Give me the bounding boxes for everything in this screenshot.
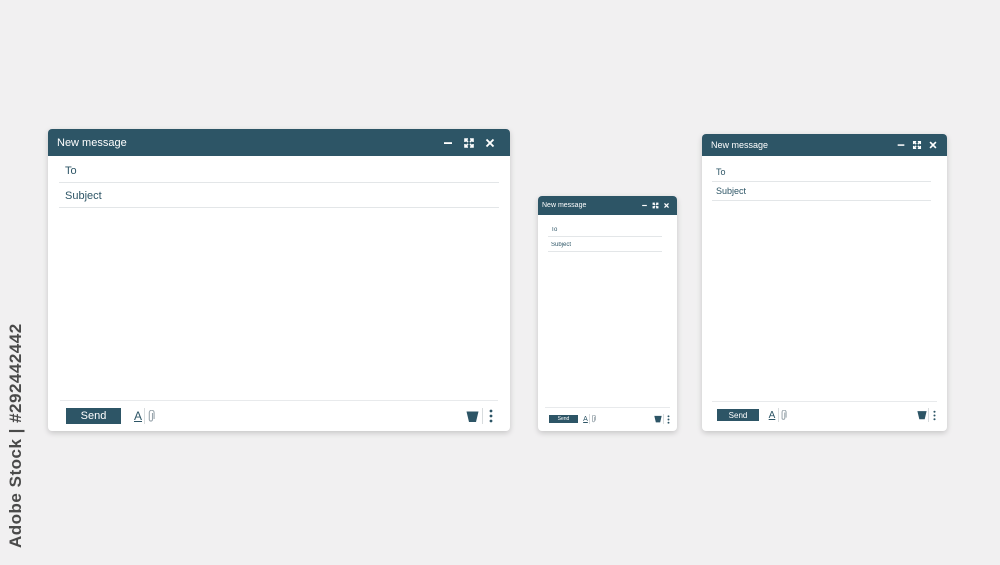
stock-id-watermark: Adobe Stock | #292442442 bbox=[6, 323, 25, 548]
message-body[interactable] bbox=[714, 204, 935, 403]
paperclip-icon[interactable] bbox=[779, 408, 787, 422]
expand-icon[interactable] bbox=[461, 135, 477, 151]
to-input[interactable] bbox=[551, 227, 662, 236]
subject-field bbox=[548, 237, 662, 252]
trash-icon[interactable] bbox=[653, 414, 662, 424]
more-vertical-icon[interactable] bbox=[930, 408, 938, 422]
trash-icon[interactable] bbox=[465, 408, 479, 424]
close-icon[interactable] bbox=[926, 139, 939, 152]
send-button[interactable]: Send bbox=[717, 409, 759, 421]
title-bar[interactable]: New message bbox=[702, 134, 947, 156]
subject-field bbox=[712, 183, 931, 201]
format-text-icon[interactable]: A bbox=[132, 408, 144, 424]
paperclip-icon[interactable] bbox=[590, 414, 596, 424]
close-icon[interactable] bbox=[482, 135, 498, 151]
to-field bbox=[712, 165, 931, 182]
minimize-icon[interactable] bbox=[440, 135, 456, 151]
more-vertical-icon[interactable] bbox=[486, 408, 496, 424]
to-field bbox=[548, 222, 662, 237]
subject-input[interactable] bbox=[65, 190, 499, 207]
subject-input[interactable] bbox=[716, 186, 931, 200]
message-body[interactable] bbox=[548, 254, 667, 408]
title-bar[interactable]: New message bbox=[538, 196, 677, 215]
close-icon[interactable] bbox=[662, 201, 671, 210]
to-field bbox=[59, 160, 499, 183]
compose-window-small: New message Send A bbox=[538, 196, 677, 431]
minimize-icon[interactable] bbox=[894, 139, 907, 152]
divider bbox=[663, 414, 664, 424]
trash-icon[interactable] bbox=[916, 408, 927, 422]
expand-icon[interactable] bbox=[651, 201, 660, 210]
to-input[interactable] bbox=[65, 165, 499, 182]
send-button[interactable]: Send bbox=[66, 408, 121, 424]
compose-footer bbox=[60, 400, 498, 431]
message-body[interactable] bbox=[60, 211, 498, 401]
window-title: New message bbox=[711, 140, 769, 150]
compose-window-medium: New message Send A bbox=[702, 134, 947, 431]
divider bbox=[482, 408, 483, 424]
send-button[interactable]: Send bbox=[549, 415, 578, 423]
divider bbox=[928, 408, 929, 422]
paperclip-icon[interactable] bbox=[146, 408, 156, 424]
window-title: New message bbox=[542, 202, 587, 209]
divider bbox=[144, 408, 145, 424]
more-vertical-icon[interactable] bbox=[665, 414, 671, 424]
format-text-icon[interactable]: A bbox=[767, 408, 777, 422]
window-title: New message bbox=[57, 136, 127, 149]
subject-input[interactable] bbox=[551, 242, 662, 251]
minimize-icon[interactable] bbox=[640, 201, 649, 210]
compose-window-large: New message Send A bbox=[48, 129, 510, 431]
subject-field bbox=[59, 184, 499, 208]
expand-icon[interactable] bbox=[910, 139, 923, 152]
format-text-icon[interactable]: A bbox=[582, 414, 589, 424]
title-bar[interactable]: New message bbox=[48, 129, 510, 156]
to-input[interactable] bbox=[716, 167, 931, 181]
